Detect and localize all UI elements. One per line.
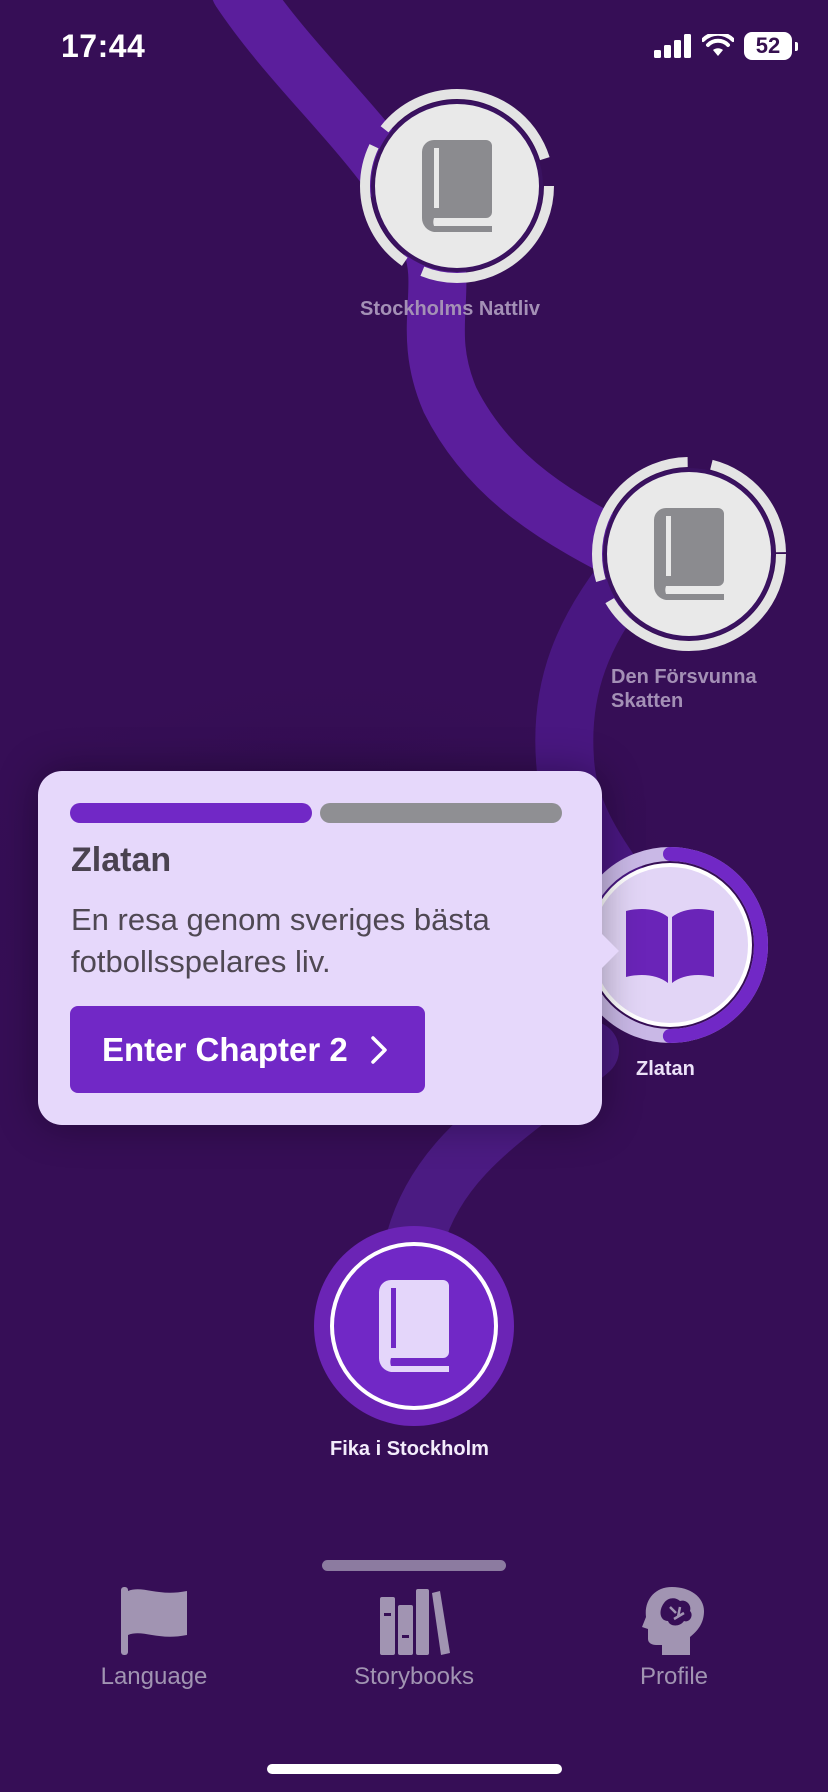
chapter-node-den-forsvunna-skatten[interactable] xyxy=(592,457,786,651)
wifi-icon xyxy=(702,34,734,56)
chapter-node-stockholms-nattliv[interactable] xyxy=(360,89,554,283)
chapter-label-stockholms-nattliv: Stockholms Nattliv xyxy=(360,298,541,320)
book-icon xyxy=(653,508,724,600)
chapter-label-den-forsvunna-skatten: Den Försvunna Skatten xyxy=(611,665,757,713)
chevron-right-icon xyxy=(370,1035,387,1064)
nav-label-profile: Profile xyxy=(639,1663,709,1690)
battery-level: 52 xyxy=(755,33,781,58)
progress-segment-completed xyxy=(70,803,312,823)
book-icon xyxy=(378,1280,449,1372)
brain-head-icon xyxy=(642,1587,704,1655)
status-time: 17:44 xyxy=(61,28,146,64)
open-book-icon xyxy=(626,909,714,983)
enter-chapter-button[interactable]: Enter Chapter 2 xyxy=(70,1006,425,1093)
sheet-handle[interactable] xyxy=(322,1560,506,1571)
nav-label-storybooks: Storybooks xyxy=(353,1663,475,1690)
chapter-popup: Zlatan En resa genom sveriges bästa fotb… xyxy=(38,771,619,1125)
nav-storybooks[interactable]: Storybooks xyxy=(349,1585,479,1691)
home-indicator xyxy=(267,1764,562,1774)
books-icon xyxy=(380,1589,450,1655)
popup-description: En resa genom sveriges bästa fotbollsspe… xyxy=(71,902,490,979)
battery-indicator: 52 xyxy=(744,32,798,60)
nav-language[interactable]: Language xyxy=(97,1585,211,1691)
chapter-label-line-2: Skatten xyxy=(611,690,684,712)
nav-label-language: Language xyxy=(100,1663,208,1690)
chapter-label-line-1: Den Försvunna xyxy=(611,666,757,688)
status-icons: 52 xyxy=(654,32,798,60)
cellular-signal-icon xyxy=(654,34,691,58)
book-icon xyxy=(421,140,492,232)
chapter-label-fika-i-stockholm: Fika i Stockholm xyxy=(330,1438,489,1460)
flag-icon xyxy=(121,1587,187,1655)
enter-chapter-label: Enter Chapter 2 xyxy=(102,1030,348,1068)
popup-title: Zlatan xyxy=(71,841,172,879)
nav-profile[interactable]: Profile xyxy=(633,1585,715,1691)
battery-tip xyxy=(795,42,798,51)
chapter-node-fika-i-stockholm[interactable] xyxy=(314,1226,514,1426)
chapter-label-zlatan: Zlatan xyxy=(636,1058,695,1080)
progress-segment-remaining xyxy=(320,803,562,823)
